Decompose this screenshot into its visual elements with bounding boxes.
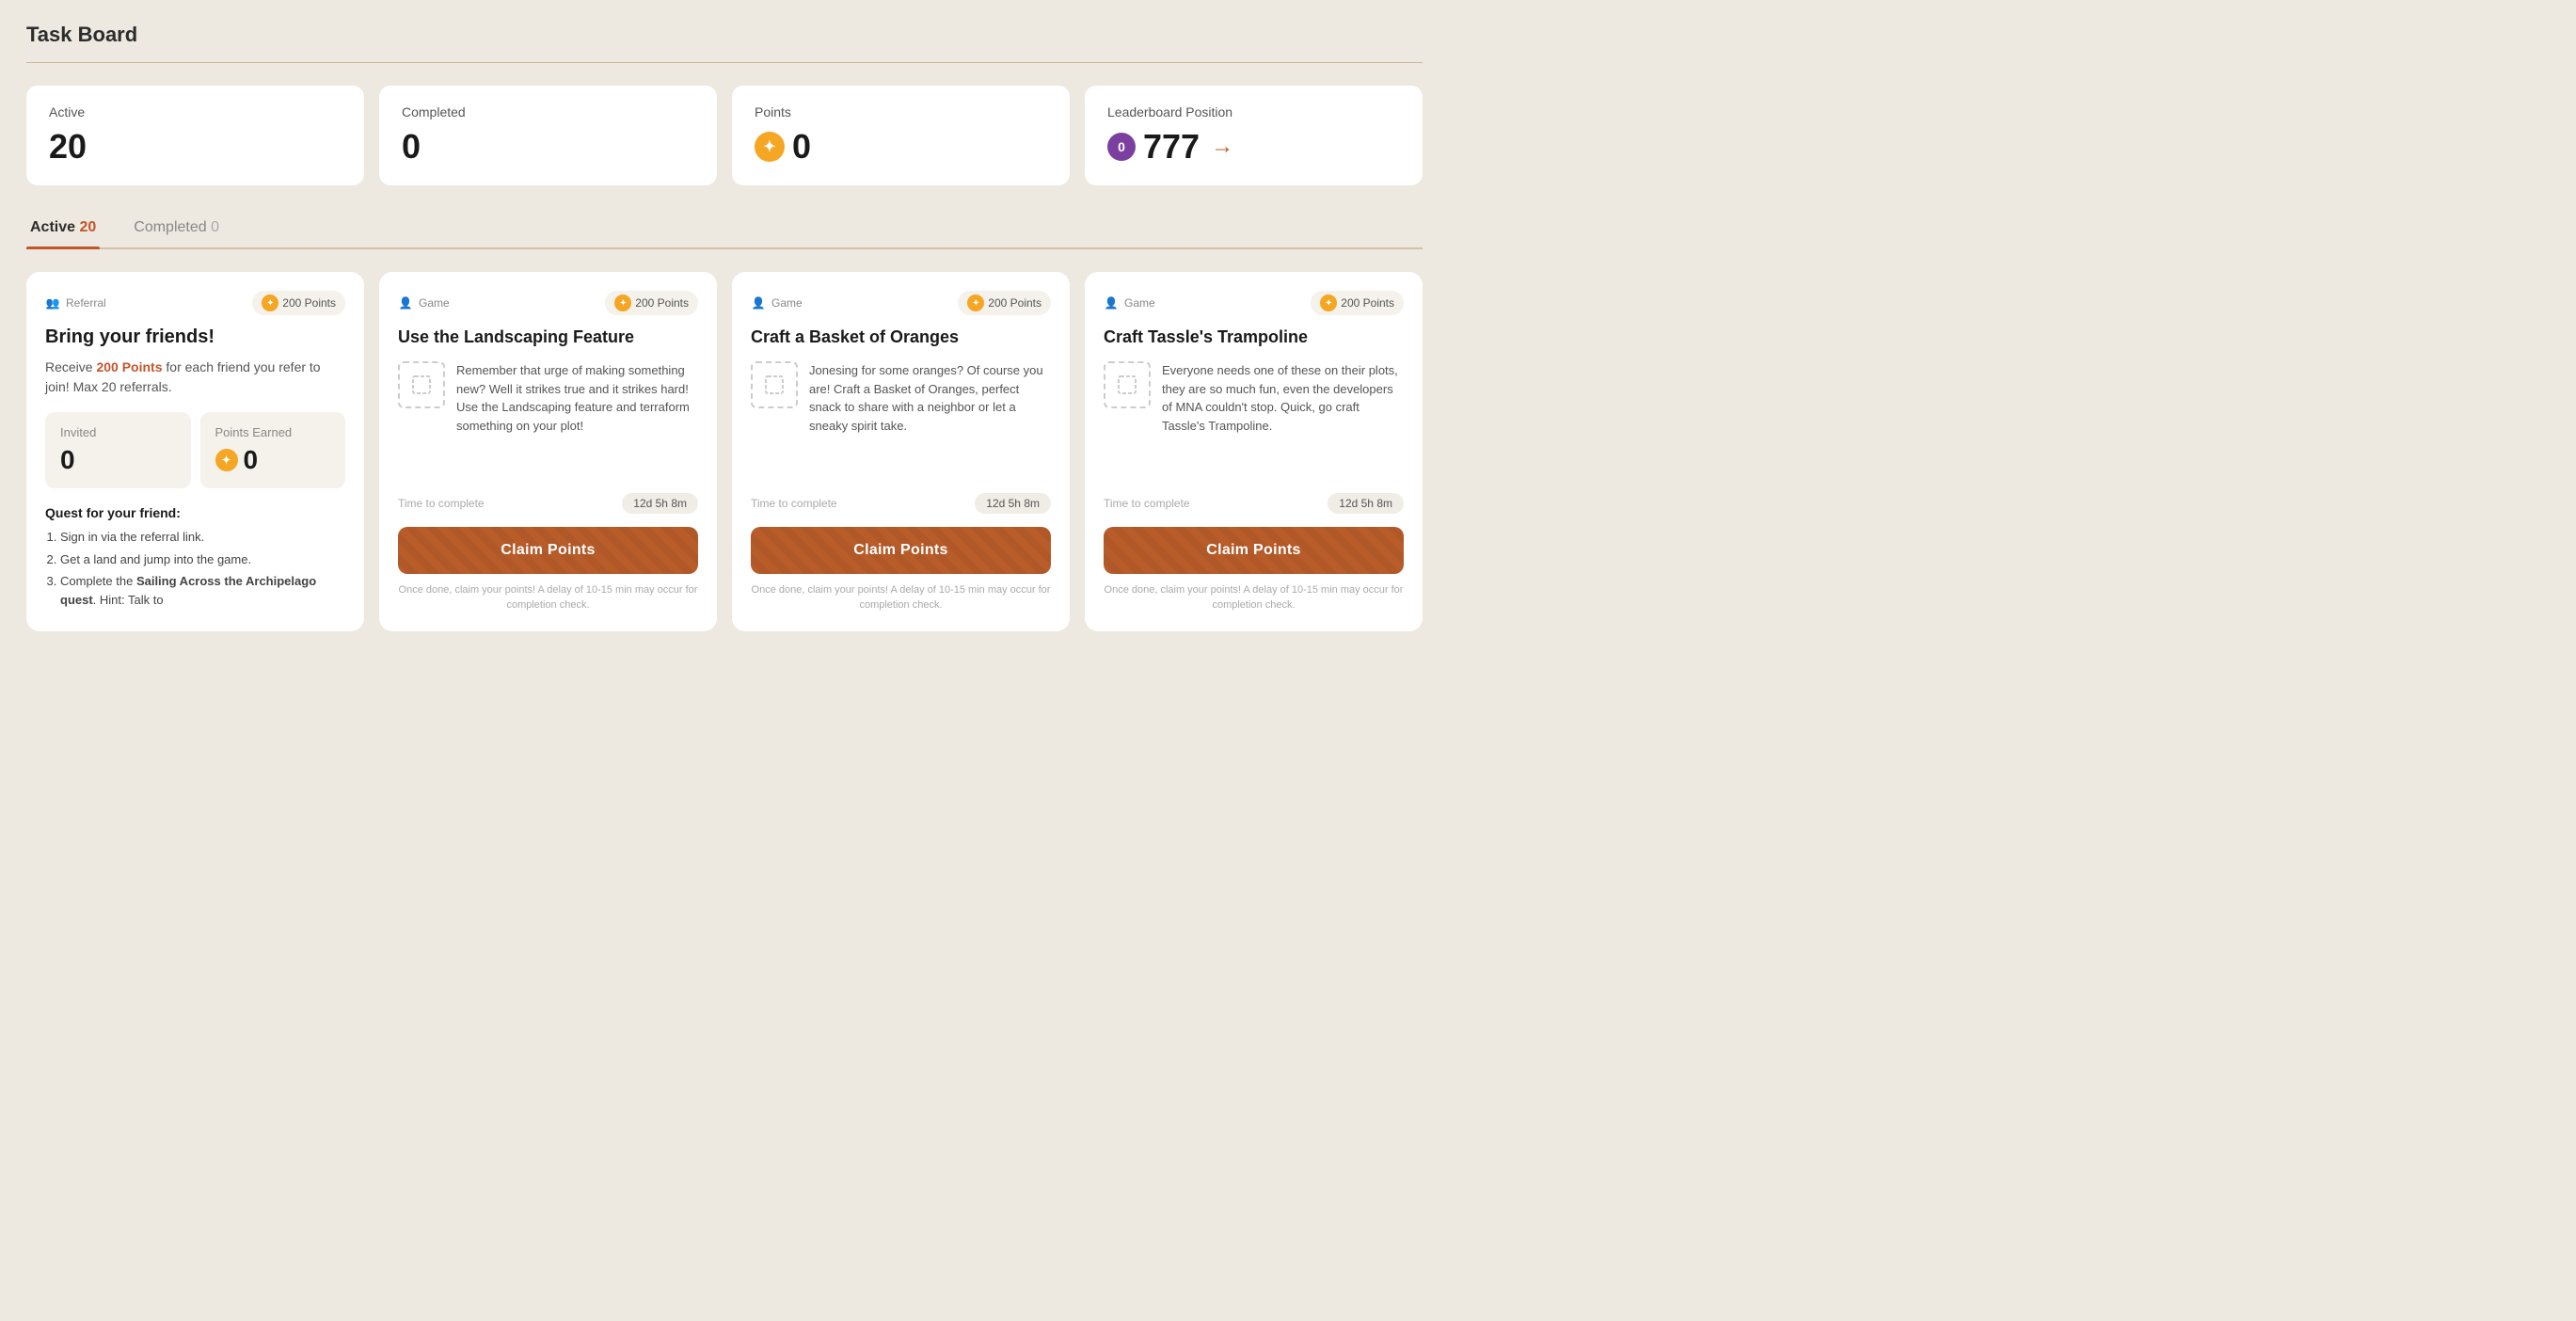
stat-value-points: ✦ 0 xyxy=(755,127,1047,167)
trampoline-claim-button[interactable]: Claim Points xyxy=(1104,527,1404,574)
trampoline-body: Everyone needs one of these on their plo… xyxy=(1104,361,1404,478)
quest-item-1: Sign in via the referral link. xyxy=(60,528,345,547)
stat-value-leaderboard: 0 777 → xyxy=(1107,127,1400,167)
trampoline-image xyxy=(1104,361,1151,408)
stat-value-active: 20 xyxy=(49,127,342,167)
stat-value-completed: 0 xyxy=(402,127,694,167)
tab-completed[interactable]: Completed 0 xyxy=(130,212,223,247)
referral-type: 👥 Referral xyxy=(45,295,106,310)
game-icon-2: 👤 xyxy=(751,295,766,310)
tab-active[interactable]: Active 20 xyxy=(26,212,100,247)
stat-card-active: Active 20 xyxy=(26,86,364,185)
landscaping-time-label: Time to complete xyxy=(398,497,485,510)
landscaping-title: Use the Landscaping Feature xyxy=(398,326,698,348)
landscaping-image xyxy=(398,361,445,408)
landscaping-star-icon: ✦ xyxy=(614,294,631,311)
stat-label-leaderboard: Leaderboard Position xyxy=(1107,104,1400,119)
leaderboard-rank-icon: 0 xyxy=(1107,133,1136,161)
points-earned-box: Points Earned ✦ 0 xyxy=(200,412,346,488)
trampoline-time-value: 12d 5h 8m xyxy=(1328,493,1404,514)
landscaping-points-badge: ✦ 200 Points xyxy=(605,291,698,315)
trampoline-star-icon: ✦ xyxy=(1320,294,1337,311)
referral-stats: Invited 0 Points Earned ✦ 0 xyxy=(45,412,345,488)
trampoline-description: Everyone needs one of these on their plo… xyxy=(1162,361,1404,478)
stat-label-completed: Completed xyxy=(402,104,694,119)
tab-active-count: 20 xyxy=(79,219,96,235)
game-icon-1: 👤 xyxy=(398,295,413,310)
quest-title: Quest for your friend: xyxy=(45,505,345,520)
trampoline-points-badge: ✦ 200 Points xyxy=(1311,291,1404,315)
quest-list: Sign in via the referral link. Get a lan… xyxy=(45,528,345,609)
landscaping-time-row: Time to complete 12d 5h 8m xyxy=(398,493,698,514)
tabs-row: Active 20 Completed 0 xyxy=(26,212,1423,249)
points-earned-label: Points Earned xyxy=(215,425,331,439)
referral-points-star-icon: ✦ xyxy=(262,294,278,311)
oranges-body: Jonesing for some oranges? Of course you… xyxy=(751,361,1051,478)
invited-label: Invited xyxy=(60,425,176,439)
referral-subtext: Receive 200 Points for each friend you r… xyxy=(45,358,345,397)
trampoline-type: 👤 Game xyxy=(1104,295,1155,310)
stat-card-completed: Completed 0 xyxy=(379,86,717,185)
oranges-claim-note: Once done, claim your points! A delay of… xyxy=(751,583,1051,613)
oranges-points-badge: ✦ 200 Points xyxy=(958,291,1051,315)
game-icon-3: 👤 xyxy=(1104,295,1119,310)
trampoline-claim-note: Once done, claim your points! A delay of… xyxy=(1104,583,1404,613)
referral-title: Bring your friends! xyxy=(45,326,345,348)
cards-grid: 👥 Referral ✦ 200 Points Bring your frien… xyxy=(26,272,1423,631)
landscaping-claim-button[interactable]: Claim Points xyxy=(398,527,698,574)
tab-completed-label: Completed xyxy=(134,219,211,235)
landscaping-description: Remember that urge of making something n… xyxy=(456,361,698,478)
oranges-type: 👤 Game xyxy=(751,295,803,310)
referral-points-badge: ✦ 200 Points xyxy=(252,291,345,315)
oranges-image xyxy=(751,361,798,408)
quest-item-2: Get a land and jump into the game. xyxy=(60,550,345,569)
trampoline-meta: 👤 Game ✦ 200 Points xyxy=(1104,291,1404,315)
task-card-landscaping: 👤 Game ✦ 200 Points Use the Landscaping … xyxy=(379,272,717,631)
task-card-trampoline: 👤 Game ✦ 200 Points Craft Tassle's Tramp… xyxy=(1085,272,1423,631)
page-wrapper: Task Board Active 20 Completed 0 Points … xyxy=(0,0,1449,654)
page-title: Task Board xyxy=(26,23,1423,47)
trampoline-title: Craft Tassle's Trampoline xyxy=(1104,326,1404,348)
quest-item-3: Complete the Sailing Across the Archipel… xyxy=(60,572,345,609)
oranges-time-value: 12d 5h 8m xyxy=(975,493,1051,514)
referral-points-highlight: 200 Points xyxy=(96,359,162,374)
oranges-time-row: Time to complete 12d 5h 8m xyxy=(751,493,1051,514)
points-star-icon: ✦ xyxy=(755,132,785,162)
task-card-oranges: 👤 Game ✦ 200 Points Craft a Basket of Or… xyxy=(732,272,1070,631)
leaderboard-link[interactable]: → xyxy=(1211,134,1233,160)
stats-row: Active 20 Completed 0 Points ✦ 0 Leaderb… xyxy=(26,86,1423,185)
trampoline-time-label: Time to complete xyxy=(1104,497,1190,510)
landscaping-time-value: 12d 5h 8m xyxy=(622,493,698,514)
landscaping-meta: 👤 Game ✦ 200 Points xyxy=(398,291,698,315)
tab-completed-count: 0 xyxy=(211,219,219,235)
points-earned-value: ✦ 0 xyxy=(215,445,331,475)
top-divider xyxy=(26,62,1423,63)
referral-card-meta: 👥 Referral ✦ 200 Points xyxy=(45,291,345,315)
oranges-description: Jonesing for some oranges? Of course you… xyxy=(809,361,1051,478)
quest-section: Quest for your friend: Sign in via the r… xyxy=(45,505,345,613)
people-icon: 👥 xyxy=(45,295,60,310)
invited-box: Invited 0 xyxy=(45,412,191,488)
oranges-claim-button[interactable]: Claim Points xyxy=(751,527,1051,574)
oranges-meta: 👤 Game ✦ 200 Points xyxy=(751,291,1051,315)
landscaping-type: 👤 Game xyxy=(398,295,450,310)
stat-card-leaderboard: Leaderboard Position 0 777 → xyxy=(1085,86,1423,185)
oranges-time-label: Time to complete xyxy=(751,497,837,510)
oranges-title: Craft a Basket of Oranges xyxy=(751,326,1051,348)
points-earned-star-icon: ✦ xyxy=(215,449,238,471)
landscaping-body: Remember that urge of making something n… xyxy=(398,361,698,478)
stat-label-active: Active xyxy=(49,104,342,119)
referral-card: 👥 Referral ✦ 200 Points Bring your frien… xyxy=(26,272,364,631)
stat-label-points: Points xyxy=(755,104,1047,119)
stat-card-points: Points ✦ 0 xyxy=(732,86,1070,185)
trampoline-time-row: Time to complete 12d 5h 8m xyxy=(1104,493,1404,514)
tab-active-label: Active xyxy=(30,219,79,235)
oranges-star-icon: ✦ xyxy=(967,294,984,311)
landscaping-claim-note: Once done, claim your points! A delay of… xyxy=(398,583,698,613)
invited-value: 0 xyxy=(60,445,176,475)
